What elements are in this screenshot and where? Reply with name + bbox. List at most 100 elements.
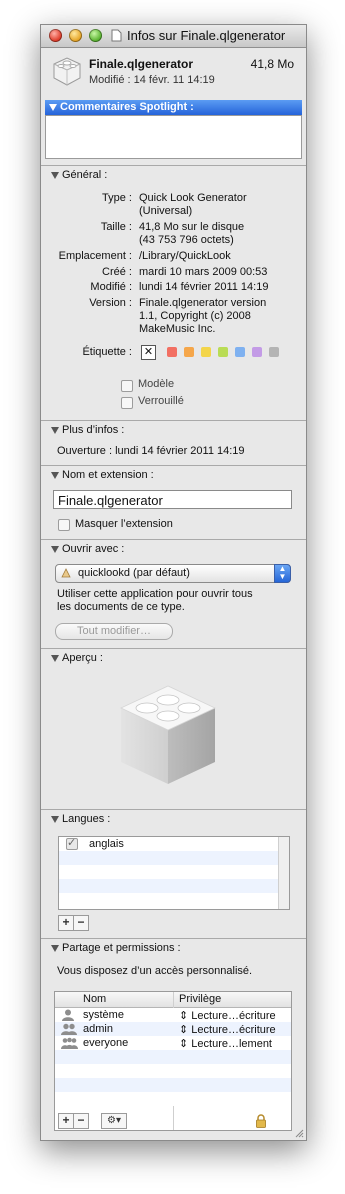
- label-blue-swatch[interactable]: [235, 347, 245, 357]
- add-language-button[interactable]: +: [58, 915, 74, 931]
- lock-icon[interactable]: [255, 1114, 267, 1128]
- section-sharing-label: Partage et permissions :: [62, 942, 181, 954]
- label-yellow-swatch[interactable]: [201, 347, 211, 357]
- table-row-empty: [55, 1092, 291, 1106]
- section-languages-label: Langues :: [62, 813, 111, 825]
- file-name-field[interactable]: Finale.qlgenerator: [53, 490, 292, 509]
- size-line: (43 753 796 octets): [139, 234, 234, 246]
- section-open-with-header[interactable]: Ouvrir avec :: [51, 543, 124, 555]
- hide-extension-checkbox[interactable]: [58, 519, 70, 531]
- divider: [41, 648, 306, 649]
- permission-privilege[interactable]: ⇕ Lecture…écriture: [179, 1023, 276, 1036]
- last-opened: Ouverture : lundi 14 février 2011 14:19: [57, 445, 245, 457]
- disclosure-triangle-icon[interactable]: [51, 426, 59, 434]
- minimize-button[interactable]: [69, 29, 82, 42]
- disclosure-triangle-icon[interactable]: [51, 545, 59, 553]
- permission-privilege[interactable]: ⇕ Lecture…écriture: [179, 1009, 276, 1022]
- divider: [41, 420, 306, 421]
- divider: [41, 165, 306, 166]
- disclosure-triangle-icon[interactable]: [49, 103, 57, 111]
- label-none-button[interactable]: ✕: [141, 345, 156, 360]
- spotlight-comments-field[interactable]: [45, 115, 302, 159]
- list-item[interactable]: ✓ anglais: [59, 837, 278, 851]
- label-gray-swatch[interactable]: [269, 347, 279, 357]
- document-icon[interactable]: [110, 29, 122, 42]
- section-general-label: Général :: [62, 169, 108, 181]
- divider: [41, 539, 306, 540]
- col-priv-header[interactable]: Privilège: [179, 993, 221, 1005]
- size-value: 41,8 Mo sur le disque (43 753 796 octets…: [139, 221, 244, 247]
- spotlight-comments-header[interactable]: Commentaires Spotlight :: [45, 100, 302, 115]
- section-preview-header[interactable]: Aperçu :: [51, 652, 103, 664]
- section-general-header[interactable]: Général :: [51, 169, 107, 181]
- title-bar[interactable]: Infos sur Finale.qlgenerator: [41, 25, 306, 48]
- privilege-value: Lecture…lement: [191, 1038, 272, 1050]
- label-purple-swatch[interactable]: [252, 347, 262, 357]
- disclosure-triangle-icon[interactable]: [51, 815, 59, 823]
- modified-value: lundi 14 février 2011 14:19: [139, 281, 269, 293]
- disclosure-triangle-icon[interactable]: [51, 171, 59, 179]
- section-name-ext-header[interactable]: Nom et extension :: [51, 469, 154, 481]
- size-line: 41,8 Mo sur le disque: [139, 221, 245, 233]
- section-languages-header[interactable]: Langues :: [51, 813, 110, 825]
- permission-privilege[interactable]: ⇕ Lecture…lement: [179, 1037, 272, 1050]
- remove-permission-button[interactable]: −: [73, 1113, 89, 1129]
- resize-grip-icon[interactable]: [294, 1128, 304, 1138]
- languages-scrollbar[interactable]: [278, 837, 289, 909]
- close-button[interactable]: [49, 29, 62, 42]
- label-red-swatch[interactable]: [167, 347, 177, 357]
- permissions-table[interactable]: Nom Privilège système ⇕ Lecture…écriture…: [54, 991, 292, 1131]
- section-more-info-header[interactable]: Plus d’infos :: [51, 424, 124, 436]
- disclosure-triangle-icon[interactable]: [51, 944, 59, 952]
- permission-user-name: système: [83, 1009, 124, 1021]
- remove-language-button[interactable]: −: [73, 915, 89, 931]
- window-title: Infos sur Finale.qlgenerator: [127, 28, 286, 43]
- section-sharing-header[interactable]: Partage et permissions :: [51, 942, 181, 954]
- col-name-header[interactable]: Nom: [83, 993, 106, 1005]
- section-preview-label: Aperçu :: [62, 652, 103, 664]
- add-permission-button[interactable]: +: [58, 1113, 74, 1129]
- privilege-value: Lecture…écriture: [191, 1010, 276, 1022]
- stationery-checkbox[interactable]: [121, 380, 133, 392]
- location-value: /Library/QuickLook: [139, 250, 231, 262]
- open-with-desc-line-2: les documents de ce type.: [57, 601, 185, 613]
- open-with-desc-line-1: Utiliser cette application pour ouvrir t…: [57, 588, 253, 600]
- label-orange-swatch[interactable]: [184, 347, 194, 357]
- version-line: MakeMusic Inc.: [139, 323, 216, 335]
- modified-label: Modifié :: [90, 281, 132, 293]
- version-label: Version :: [89, 297, 132, 309]
- location-label: Emplacement :: [58, 250, 132, 262]
- locked-checkbox[interactable]: [121, 397, 133, 409]
- table-row-empty: [55, 1050, 291, 1064]
- label-green-swatch[interactable]: [218, 347, 228, 357]
- file-size: 41,8 Mo: [250, 57, 294, 71]
- stepper-icon: ⇕: [179, 1038, 192, 1050]
- spotlight-comments-label: Commentaires Spotlight :: [60, 101, 194, 113]
- privilege-value: Lecture…écriture: [191, 1024, 276, 1036]
- type-line: Quick Look Generator: [139, 192, 247, 204]
- type-label: Type :: [102, 192, 132, 204]
- permission-user-name: admin: [83, 1023, 113, 1035]
- disclosure-triangle-icon[interactable]: [51, 654, 59, 662]
- group-icon: [61, 1023, 77, 1035]
- section-open-with-label: Ouvrir avec :: [62, 543, 125, 555]
- action-gear-button[interactable]: ⚙▾: [101, 1113, 127, 1129]
- table-row[interactable]: système ⇕ Lecture…écriture: [55, 1008, 291, 1022]
- popup-arrows-icon[interactable]: ▲ ▼: [274, 564, 291, 583]
- zoom-button[interactable]: [89, 29, 102, 42]
- app-icon: [61, 568, 71, 578]
- open-with-popup[interactable]: quicklookd (par défaut) ▲ ▼: [55, 564, 291, 583]
- languages-list[interactable]: ✓ anglais: [58, 836, 290, 910]
- section-name-ext-label: Nom et extension :: [62, 469, 154, 481]
- check-icon: ✓: [67, 837, 77, 849]
- user-icon: [62, 1009, 74, 1021]
- section-more-info-label: Plus d’infos :: [62, 424, 125, 436]
- change-all-button[interactable]: Tout modifier…: [55, 623, 173, 640]
- table-row[interactable]: admin ⇕ Lecture…écriture: [55, 1022, 291, 1036]
- disclosure-triangle-icon[interactable]: [51, 471, 59, 479]
- bundle-icon: [53, 57, 81, 86]
- table-row[interactable]: everyone ⇕ Lecture…lement: [55, 1036, 291, 1050]
- table-row-empty: [55, 1078, 291, 1092]
- type-line: (Universal): [139, 205, 193, 217]
- divider: [41, 809, 306, 810]
